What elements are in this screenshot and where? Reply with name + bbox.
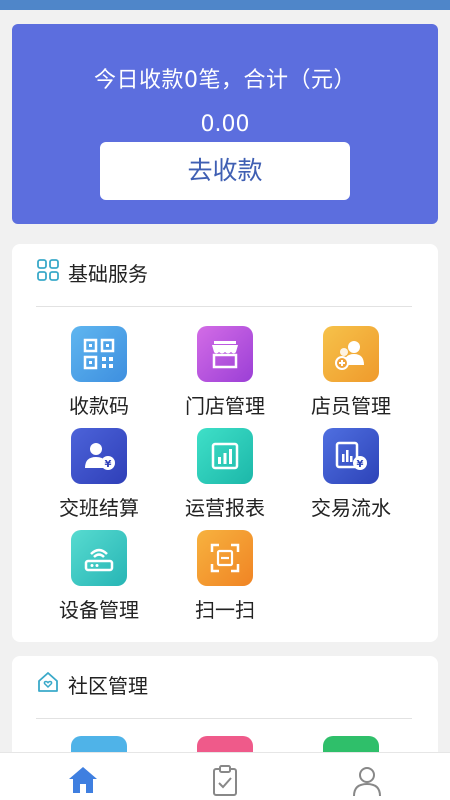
nav-tasks[interactable] [208,763,242,797]
tile-label: 门店管理 [185,394,265,418]
report-chart-icon [197,428,253,484]
tile-label: 扫一扫 [195,598,255,622]
nav-home[interactable] [66,763,100,797]
user-icon [353,767,381,797]
today-total-amount: 0.00 [200,112,250,137]
nav-profile[interactable] [350,763,384,797]
today-summary-title: 今日收款0笔，合计（元） [94,68,356,93]
tile-staff-management[interactable]: 店员管理 [286,326,416,418]
scan-icon [197,530,253,586]
store-icon [197,326,253,382]
qr-code-icon [71,326,127,382]
basic-services-header: 基础服务 [36,258,148,286]
tile-transaction-flow[interactable]: ¥ 交易流水 [286,428,416,520]
today-summary-card: 今日收款0笔，合计（元） 0.00 去收款 [12,24,438,224]
transaction-flow-icon: ¥ [323,428,379,484]
tile-scan[interactable]: 扫一扫 [160,530,290,622]
status-bar [0,0,450,10]
bottom-nav [0,752,450,800]
community-header: 社区管理 [36,670,148,698]
tile-operations-report[interactable]: 运营报表 [160,428,290,520]
staff-icon [323,326,379,382]
tile-store-management[interactable]: 门店管理 [160,326,290,418]
community-title: 社区管理 [68,673,148,698]
clipboard-check-icon [213,765,237,796]
collect-payment-button[interactable]: 去收款 [100,142,350,200]
svg-text:¥: ¥ [357,459,364,470]
basic-services-card: 基础服务 收款码 门店管理 店员管理 ¥ 交班结算 运营报表 ¥ 交易流水 设备… [12,244,438,642]
tile-shift-settlement[interactable]: ¥ 交班结算 [34,428,164,520]
tile-device-management[interactable]: 设备管理 [34,530,164,622]
tile-label: 交班结算 [59,496,139,520]
grid-icon [36,258,60,286]
section-divider [36,306,412,307]
tile-payment-code[interactable]: 收款码 [34,326,164,418]
svg-text:¥: ¥ [105,459,112,470]
section-divider [36,718,412,719]
home-icon [69,767,97,793]
shift-settlement-icon: ¥ [71,428,127,484]
community-home-icon [36,670,60,698]
tile-label: 收款码 [69,394,129,418]
basic-services-title: 基础服务 [68,261,148,286]
device-router-icon [71,530,127,586]
tile-label: 交易流水 [311,496,391,520]
tile-label: 店员管理 [311,394,391,418]
tile-label: 设备管理 [59,598,139,622]
tile-label: 运营报表 [185,496,265,520]
